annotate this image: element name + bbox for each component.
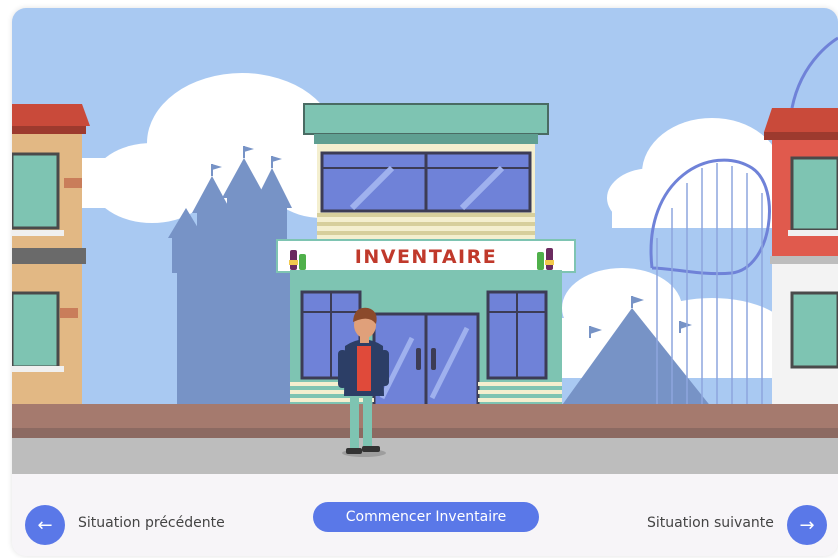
start-inventory-button[interactable]: Commencer Inventaire bbox=[313, 502, 539, 532]
next-situation-button[interactable]: → bbox=[787, 505, 827, 545]
building-left bbox=[12, 104, 90, 420]
previous-situation-button[interactable]: ← bbox=[25, 505, 65, 545]
shop-sign-text: INVENTAIRE bbox=[355, 246, 497, 268]
game-frame: INVENTAIRE ← Situation précédente Commen… bbox=[12, 8, 838, 556]
navigation-bar: ← Situation précédente Commencer Inventa… bbox=[12, 474, 838, 556]
arrow-left-icon: ← bbox=[37, 514, 53, 536]
sidewalk bbox=[12, 438, 838, 474]
arrow-right-icon: → bbox=[799, 514, 815, 536]
previous-situation-label[interactable]: Situation précédente bbox=[78, 515, 225, 531]
street-scene: INVENTAIRE bbox=[12, 8, 838, 474]
curb bbox=[12, 428, 838, 438]
ground bbox=[12, 404, 838, 428]
building-right bbox=[764, 108, 838, 423]
next-situation-label[interactable]: Situation suivante bbox=[647, 515, 774, 531]
